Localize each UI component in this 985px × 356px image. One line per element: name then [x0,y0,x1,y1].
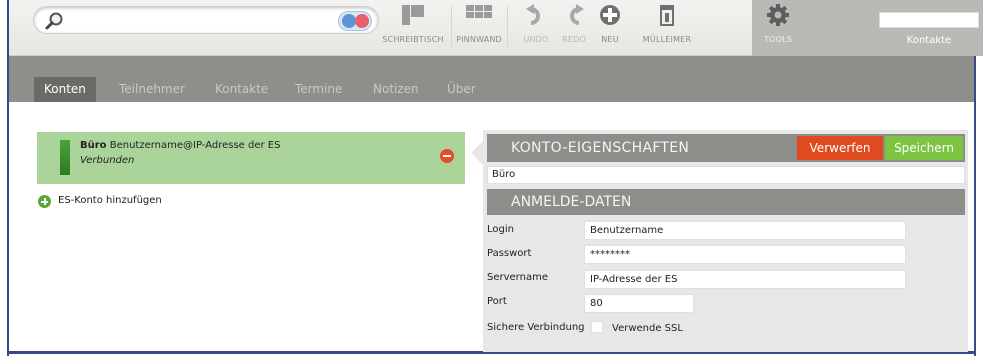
toolbar-label: PINNWAND [456,35,502,44]
toolbar-label: SCHREIBTISCH [382,35,444,44]
toolbar-label: MÜLLEIMER [642,35,692,44]
panel-pointer [471,141,483,165]
secure-connection-label: Sichere Verbindung [487,322,585,333]
login-label: Login [487,224,514,235]
search-options-icon [342,14,356,28]
toolbar-label: REDO [562,35,586,44]
undo-icon [526,4,540,25]
tab-kontakte[interactable]: Kontakte [215,77,268,102]
search-clear-button[interactable] [338,11,372,31]
tab-ueber[interactable]: Über [447,77,476,102]
port-label: Port [487,296,507,307]
toolbar-button-redo[interactable]: REDO [556,3,592,53]
account-properties-panel: KONTO-EIGENSCHAFTEN Verwerfen Speichern … [483,130,968,352]
toolbar-separator [451,6,452,48]
toolbar-button-schreibtisch[interactable]: SCHREIBTISCH [375,3,451,53]
ssl-checkbox[interactable] [591,321,603,333]
account-title: Büro Benutzername@IP-Adresse der ES [80,140,280,151]
servername-field[interactable]: IP-Adresse der ES [584,270,906,289]
section-header: ANMELDE-DATEN [487,189,965,215]
toolbar: SCHREIBTISCH PINNWAND UNDO REDO NEU MÜLL… [9,0,983,56]
password-field[interactable]: ******** [584,245,906,264]
save-button[interactable]: Speichern [885,136,963,160]
desktop-icon [402,5,424,25]
kontakte-field[interactable] [879,12,979,28]
panel-title: KONTO-EIGENSCHAFTEN [511,140,690,156]
toolbar-label: NEU [601,35,619,44]
toolbar-label: TOOLS [763,35,792,44]
add-icon [38,195,51,208]
kontakte-label: Kontakte [906,35,952,46]
tab-konten[interactable]: Konten [34,77,96,102]
account-status: Verbunden [80,155,135,166]
toolbar-separator [507,6,508,48]
account-address: Benutzername@IP-Adresse der ES [109,140,281,151]
search-icon [45,12,63,30]
toolbar-button-neu[interactable]: NEU [592,3,628,53]
login-field[interactable]: Benutzername [584,221,906,240]
account-name: Büro [80,140,107,151]
discard-button[interactable]: Verwerfen [797,136,883,160]
pinboard-icon [466,5,492,18]
section-title: ANMELDE-DATEN [511,194,632,210]
port-field[interactable]: 80 [584,294,694,313]
account-list-item[interactable]: Büro Benutzername@IP-Adresse der ES Verb… [37,132,465,184]
toolbar-label: UNDO [523,35,549,44]
trash-icon [660,5,674,26]
clear-icon [355,14,369,28]
plus-circle-icon [600,5,620,25]
toolbar-button-muelleimer[interactable]: MÜLLEIMER [632,3,702,53]
add-account-label: ES-Konto hinzufügen [58,195,162,206]
redo-icon [570,4,584,25]
tab-notizen[interactable]: Notizen [373,77,419,102]
panel-header: KONTO-EIGENSCHAFTEN Verwerfen Speichern [487,134,965,162]
servername-label: Servername [487,272,548,283]
tab-teilnehmer[interactable]: Teilnehmer [119,77,185,102]
tab-bar: Konten Teilnehmer Kontakte Termine Notiz… [9,56,974,102]
toolbar-button-undo[interactable]: UNDO [516,3,556,53]
remove-account-icon[interactable] [440,149,454,163]
account-name-field[interactable]: Büro [487,166,965,184]
toolbar-button-pinnwand[interactable]: PINNWAND [453,3,505,53]
search-input[interactable] [33,6,379,34]
tab-termine[interactable]: Termine [295,77,342,102]
password-label: Passwort [487,248,532,259]
connection-status-indicator [60,140,70,175]
gear-icon [767,4,789,26]
ssl-option-label: Verwende SSL [612,323,683,334]
